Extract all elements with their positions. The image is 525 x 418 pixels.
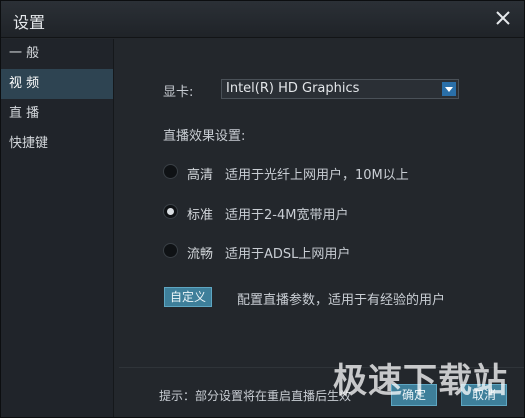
- option-hd-name: 高清: [187, 168, 214, 183]
- close-button[interactable]: [492, 7, 514, 29]
- option-hd-desc: 适用于光纤上网用户，10M以上: [225, 168, 409, 183]
- option-smooth-name: 流畅: [187, 247, 214, 262]
- sidebar-item-live[interactable]: 直 播: [1, 99, 113, 129]
- close-icon: [496, 11, 510, 25]
- custom-button[interactable]: 自定义: [164, 287, 212, 307]
- sidebar-item-video[interactable]: 视 频: [1, 69, 113, 99]
- radio-standard[interactable]: [163, 204, 178, 219]
- radio-hd[interactable]: [163, 164, 178, 179]
- restart-hint: 提示：部分设置将在重启直播后生效: [159, 389, 352, 403]
- radio-smooth[interactable]: [163, 243, 178, 258]
- sidebar-item-hotkeys[interactable]: 快捷键: [1, 129, 113, 159]
- gpu-label: 显卡:: [163, 85, 194, 100]
- video-settings-panel: 显卡: Intel(R) HD Graphics 直播效果设置: 高清 适用于光…: [119, 39, 524, 367]
- settings-window: 设置 一 般 视 频 直 播 快捷键 显卡: Intel(R) HD Graph…: [0, 0, 525, 418]
- option-smooth-desc: 适用于ADSL上网用户: [225, 247, 351, 262]
- dropdown-arrow[interactable]: [442, 82, 456, 96]
- custom-desc: 配置直播参数，适用于有经验的用户: [237, 293, 446, 308]
- live-effect-label: 直播效果设置:: [163, 129, 246, 144]
- window-title: 设置: [13, 13, 46, 32]
- gpu-selected-value: Intel(R) HD Graphics: [226, 81, 360, 96]
- sidebar-item-general[interactable]: 一 般: [1, 39, 113, 69]
- sidebar: 一 般 视 频 直 播 快捷键: [1, 39, 114, 417]
- chevron-down-icon: [445, 87, 453, 92]
- option-standard-name: 标准: [187, 208, 214, 223]
- option-standard-desc: 适用于2-4M宽带用户: [225, 208, 349, 223]
- title-bar: 设置: [1, 1, 524, 38]
- watermark-logo: 极速下载站: [333, 361, 508, 401]
- gpu-dropdown[interactable]: Intel(R) HD Graphics: [221, 79, 459, 99]
